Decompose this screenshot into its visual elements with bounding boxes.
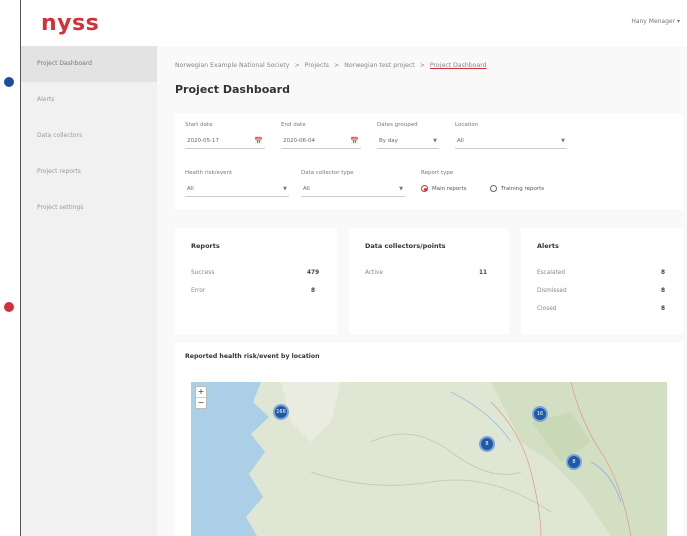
- breadcrumb: Norwegian Example National Society > Proje…: [175, 62, 487, 69]
- training-reports-label[interactable]: Training reports: [501, 186, 544, 192]
- map-title: Reported health risk/event by location: [185, 353, 320, 360]
- chevron-down-icon: ▼: [399, 186, 403, 192]
- chevron-down-icon: ▼: [561, 138, 565, 144]
- dc-type-label: Data collector type: [301, 170, 354, 176]
- nyss-logo[interactable]: nyss: [41, 11, 99, 36]
- filters-panel: Start date 2020-05-17 📅 End date 2020-06…: [175, 114, 683, 210]
- sidebar: Project Dashboard Alerts Data collectors…: [21, 46, 157, 536]
- main-reports-radio[interactable]: [421, 185, 428, 192]
- calendar-icon[interactable]: 📅: [254, 134, 263, 148]
- annotation-dot-blue: [4, 77, 14, 87]
- end-date-value: 2020-06-04: [283, 138, 315, 144]
- alerts-card-title: Alerts: [537, 242, 559, 250]
- chevron-down-icon: ▼: [283, 186, 287, 192]
- annotation-dot-red: [4, 302, 14, 312]
- start-date-label: Start date: [185, 122, 213, 128]
- breadcrumb-current: Project Dashboard: [429, 62, 487, 69]
- breadcrumb-separator: >: [334, 62, 340, 69]
- location-value: All: [457, 138, 464, 144]
- map-marker[interactable]: 8: [566, 454, 582, 470]
- health-risk-label: Health risk/event: [185, 170, 233, 176]
- data-collectors-active-value: 11: [479, 270, 488, 276]
- reports-card-title: Reports: [191, 242, 220, 250]
- zoom-out-button[interactable]: −: [196, 397, 206, 408]
- dates-grouped-select[interactable]: By day ▼: [377, 134, 439, 149]
- page-title: Project Dashboard: [175, 83, 290, 96]
- location-label: Location: [455, 122, 479, 128]
- zoom-in-button[interactable]: +: [196, 387, 206, 397]
- location-select[interactable]: All ▼: [455, 134, 567, 149]
- map-marker[interactable]: 16: [532, 406, 548, 422]
- dates-grouped-label: Dates grouped: [377, 122, 418, 128]
- reports-error-label: Error: [191, 288, 206, 294]
- reports-card: Reports Success 479 Error 8: [175, 228, 337, 334]
- map-card: Reported health risk/event by location +…: [175, 342, 683, 536]
- health-risk-select[interactable]: All ▼: [185, 182, 289, 197]
- top-bar: Hany Menager ▾: [157, 0, 687, 47]
- main-content: Norwegian Example National Society > Proje…: [157, 46, 687, 536]
- data-collectors-active-label: Active: [365, 270, 383, 276]
- sidebar-item-alerts[interactable]: Alerts: [21, 82, 157, 118]
- reports-error-value: 8: [311, 288, 316, 294]
- start-date-field[interactable]: 2020-05-17 📅: [185, 134, 265, 149]
- report-type-label: Report type: [421, 170, 454, 176]
- breadcrumb-projects[interactable]: Projects: [305, 62, 329, 69]
- health-risk-value: All: [187, 186, 194, 192]
- breadcrumb-separator: >: [419, 62, 425, 69]
- logo-area: nyss: [21, 0, 157, 47]
- sidebar-item-data-collectors[interactable]: Data collectors: [21, 118, 157, 154]
- alerts-escalated-value: 8: [661, 270, 666, 276]
- alerts-dismissed-label: Dismissed: [537, 288, 567, 294]
- map-terrain: [191, 382, 667, 536]
- zoom-control: + −: [195, 386, 207, 409]
- breadcrumb-national-society[interactable]: Norwegian Example National Society: [175, 62, 289, 69]
- start-date-value: 2020-05-17: [187, 138, 219, 144]
- reports-success-label: Success: [191, 270, 215, 276]
- breadcrumb-separator: >: [294, 62, 300, 69]
- data-collectors-card: Data collectors/points Active 11: [349, 228, 509, 334]
- data-collectors-card-title: Data collectors/points: [365, 242, 446, 250]
- end-date-label: End date: [281, 122, 306, 128]
- main-reports-label[interactable]: Main reports: [432, 186, 467, 192]
- alerts-closed-value: 8: [661, 306, 666, 312]
- calendar-icon[interactable]: 📅: [350, 134, 359, 148]
- user-menu[interactable]: Hany Menager ▾: [631, 18, 680, 25]
- chevron-down-icon: ▼: [433, 138, 437, 144]
- reports-success-value: 479: [307, 270, 320, 276]
- dc-type-select[interactable]: All ▼: [301, 182, 405, 197]
- map-marker[interactable]: 8: [479, 436, 495, 452]
- map-marker[interactable]: 166: [273, 404, 289, 420]
- app-window: nyss Hany Menager ▾ Project Dashboard Al…: [20, 0, 687, 536]
- dates-grouped-value: By day: [379, 138, 398, 144]
- sidebar-item-project-settings[interactable]: Project settings: [21, 190, 157, 226]
- alerts-escalated-label: Escalated: [537, 270, 566, 276]
- alerts-dismissed-value: 8: [661, 288, 666, 294]
- alerts-closed-label: Closed: [537, 306, 557, 312]
- alerts-card: Alerts Escalated 8 Dismissed 8 Closed 8: [521, 228, 683, 334]
- dc-type-value: All: [303, 186, 310, 192]
- sidebar-item-project-dashboard[interactable]: Project Dashboard: [21, 46, 157, 82]
- breadcrumb-project[interactable]: Norwegian test project: [344, 62, 414, 69]
- end-date-field[interactable]: 2020-06-04 📅: [281, 134, 361, 149]
- location-map[interactable]: + − 166 8 16 8: [191, 382, 667, 536]
- sidebar-item-project-reports[interactable]: Project reports: [21, 154, 157, 190]
- training-reports-radio[interactable]: [490, 185, 497, 192]
